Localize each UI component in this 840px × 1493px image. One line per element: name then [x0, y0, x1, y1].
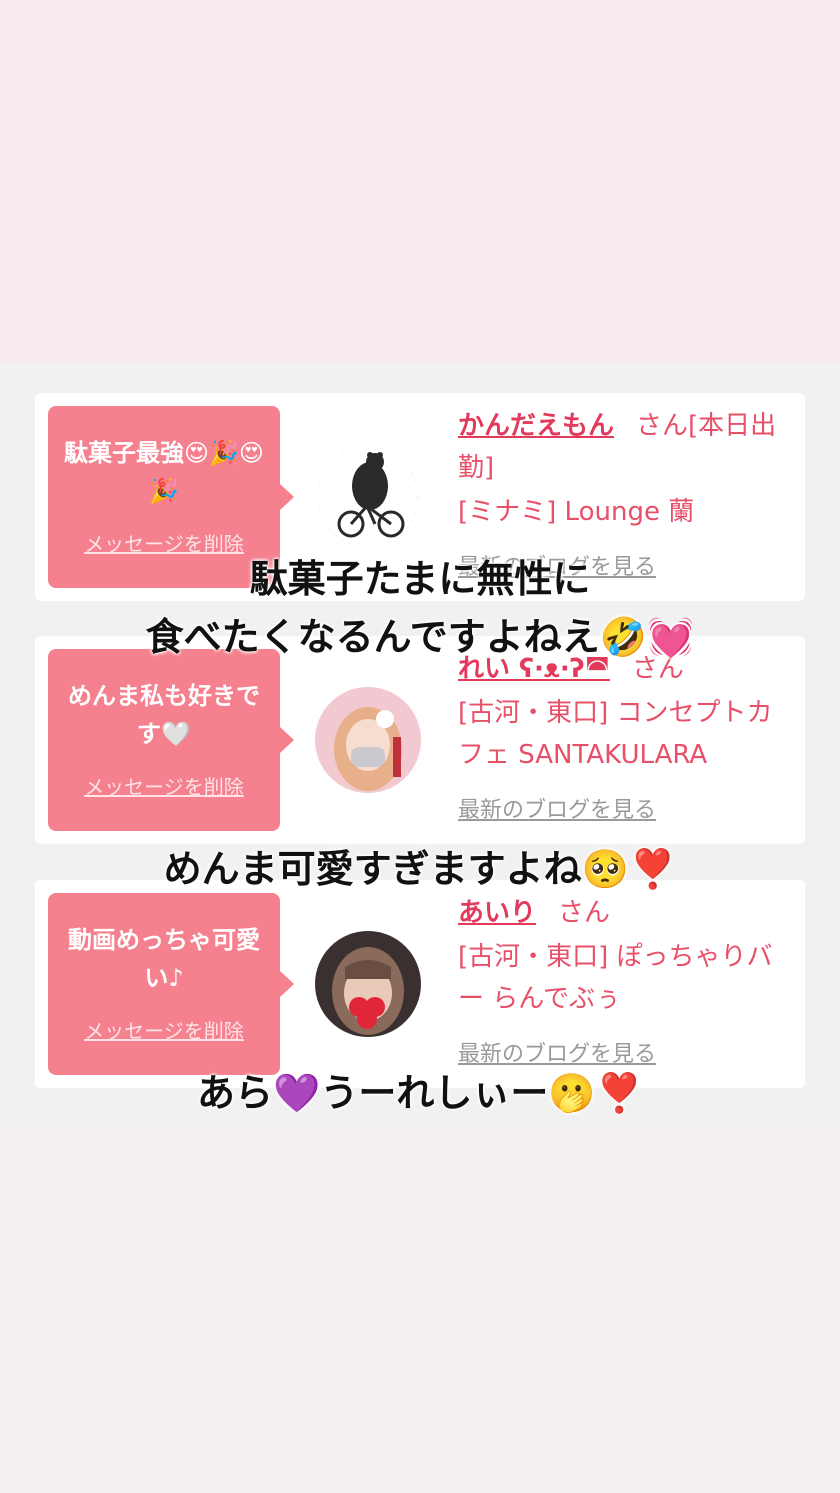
sender-info: かんだえもん さん[本日出勤] [ミナミ] Lounge 蘭 — [458, 405, 788, 533]
message-text: めんま私も好きです🤍 — [68, 682, 260, 748]
message-list: 駄菓子最強😍🎉😍🎉 メッセージを削除 かんだえもん さん[本日出勤] [ミナミ] … — [0, 362, 840, 1130]
message-card: めんま私も好きです🤍 メッセージを削除 れい ʕ·ᴥ·ʔ◚ さん [古河・東口] … — [35, 636, 805, 844]
sender-honorific: さん — [558, 898, 611, 928]
overlay-caption: めんま可愛すぎますよね🥺❣️ — [163, 847, 677, 891]
sender-info: あいり さん [古河・東口] ぽっちゃりバー らんでぶぅ — [458, 892, 788, 1020]
shop-name: [古河・東口] ぽっちゃりバー らんでぶぅ — [458, 942, 773, 1014]
overlay-caption: 駄菓子たまに無性に — [249, 557, 591, 601]
girl-photo-hearts-avatar[interactable] — [315, 931, 421, 1037]
delete-message-link[interactable]: メッセージを削除 — [48, 771, 280, 800]
girl-photo-avatar[interactable] — [315, 687, 421, 793]
bottom-background — [0, 1130, 840, 1493]
overlay-caption: あら💜うーれしぃー🫢❣️ — [197, 1071, 643, 1115]
message-text: 動画めっちゃ可愛い♪ — [68, 926, 260, 992]
sender-info: れい ʕ·ᴥ·ʔ◚ さん [古河・東口] コンセプトカフェ SANTAKULARA — [458, 648, 788, 776]
top-background — [0, 0, 840, 362]
message-card: 動画めっちゃ可愛い♪ メッセージを削除 あいり さん [古河・東口] ぽっちゃりバ… — [35, 880, 805, 1088]
shop-name: [ミナミ] Lounge 蘭 — [458, 497, 695, 527]
shop-name: [古河・東口] コンセプトカフェ SANTAKULARA — [458, 698, 773, 770]
bear-on-bicycle-icon[interactable] — [315, 444, 421, 550]
latest-blog-link[interactable]: 最新のブログを見る — [458, 792, 656, 824]
delete-message-link[interactable]: メッセージを削除 — [48, 1015, 280, 1044]
overlay-caption: 食べたくなるんですよねえ🤣💓 — [145, 615, 695, 659]
message-text: 駄菓子最強😍🎉😍🎉 — [64, 439, 264, 505]
message-bubble: 動画めっちゃ可愛い♪ メッセージを削除 — [48, 893, 294, 1075]
sender-name-link[interactable]: あいり — [458, 898, 536, 928]
message-bubble: めんま私も好きです🤍 メッセージを削除 — [48, 649, 294, 831]
sender-name-link[interactable]: かんだえもん — [458, 411, 614, 441]
